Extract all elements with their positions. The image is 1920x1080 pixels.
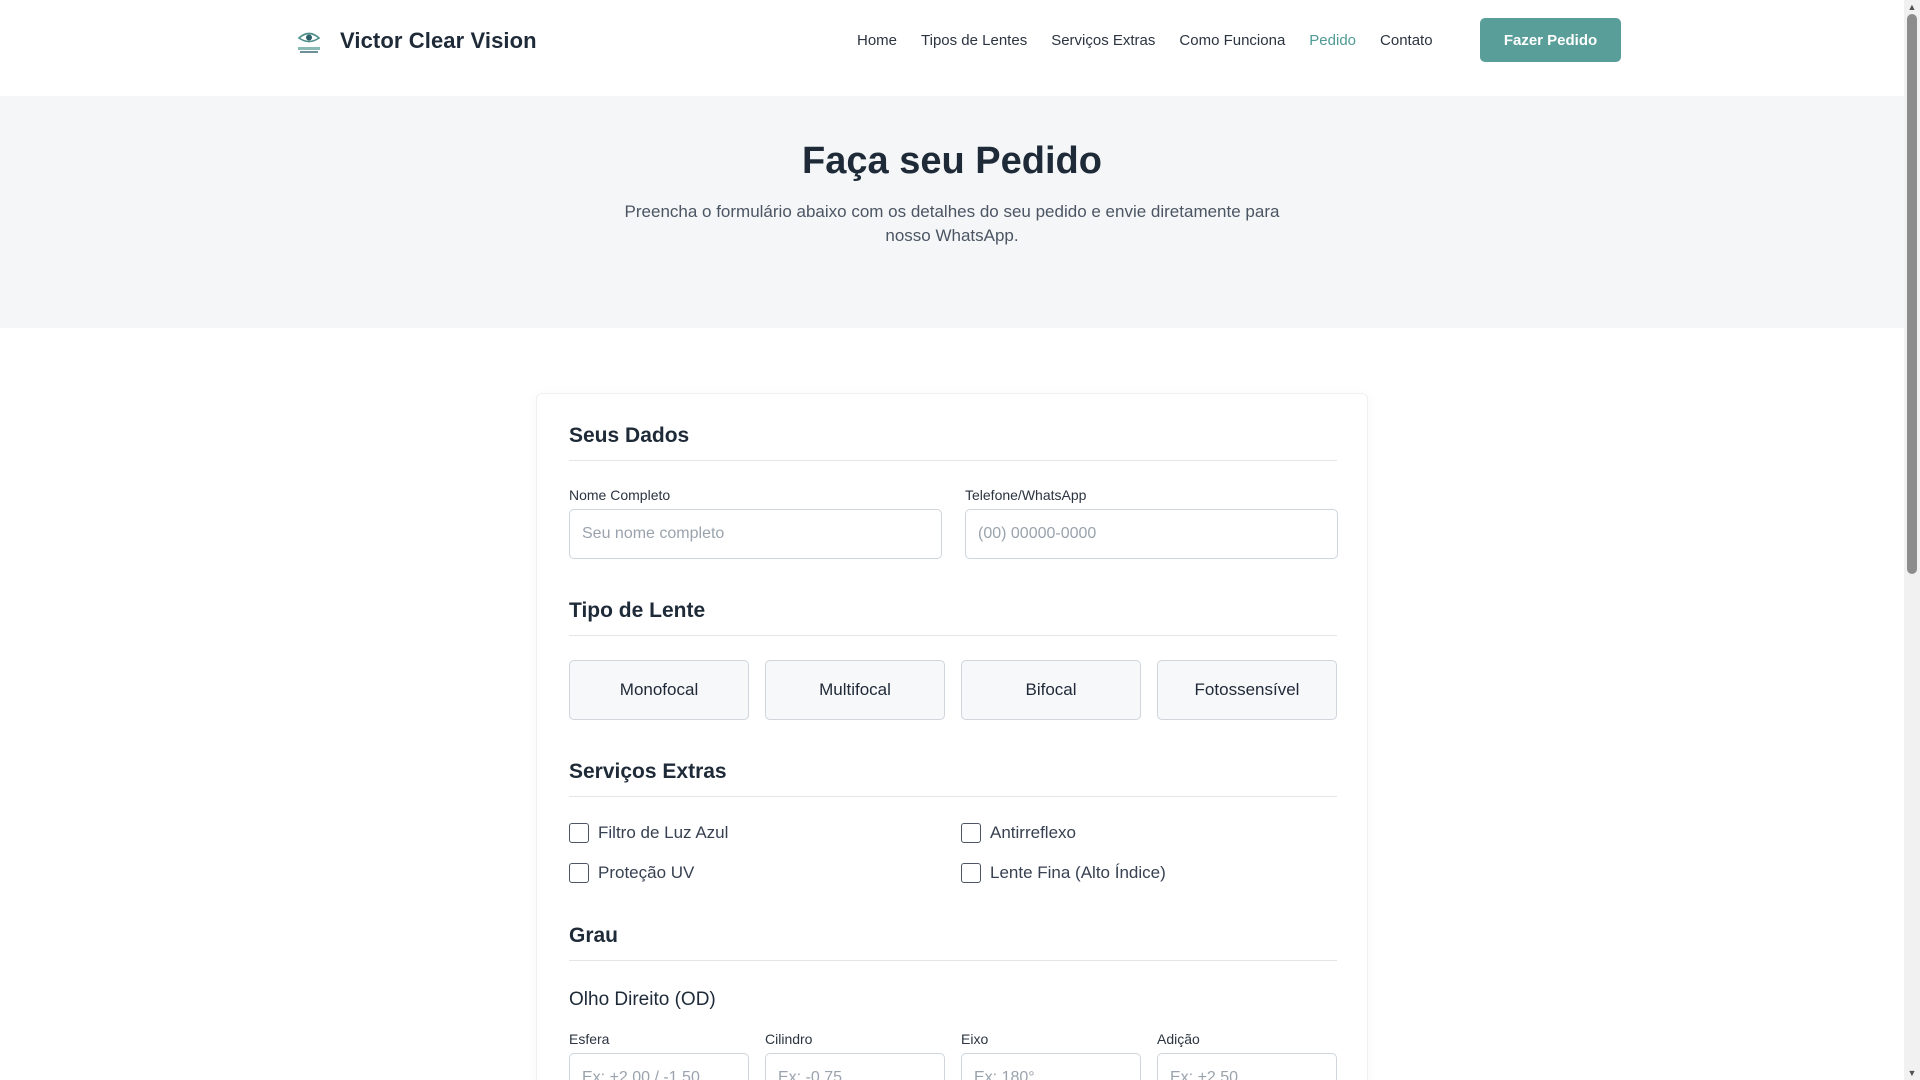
extra-lente-fina[interactable]: Lente Fina (Alto Índice) <box>961 863 1166 883</box>
section-title-tipo-de-lente: Tipo de Lente <box>569 599 1337 636</box>
checkbox-label: Proteção UV <box>598 863 695 882</box>
lens-option-fotossensivel[interactable]: Fotossensível <box>1157 660 1337 720</box>
adicao-label: Adição <box>1157 1031 1200 1047</box>
od-cilindro-input[interactable] <box>765 1053 945 1080</box>
eixo-label: Eixo <box>961 1031 989 1047</box>
checkbox[interactable] <box>961 823 981 843</box>
checkbox-label: Filtro de Luz Azul <box>598 823 729 842</box>
order-form: Seus Dados Nome Completo Telefone/WhatsA… <box>536 393 1368 1080</box>
nav-item-tipos-de-lentes[interactable]: Tipos de Lentes <box>921 32 1027 49</box>
phone-label: Telefone/WhatsApp <box>965 487 1087 503</box>
extra-filtro-luz-azul[interactable]: Filtro de Luz Azul <box>569 823 728 843</box>
cilindro-label: Cilindro <box>765 1031 813 1047</box>
brand-name: Victor Clear Vision <box>340 28 537 53</box>
eye-logo-icon <box>294 26 324 56</box>
hero-section: Faça seu Pedido Preencha o formulário ab… <box>0 96 1904 328</box>
lens-option-bifocal[interactable]: Bifocal <box>961 660 1141 720</box>
checkbox-label: Lente Fina (Alto Índice) <box>990 863 1166 882</box>
nav-item-pedido[interactable]: Pedido <box>1309 32 1356 49</box>
extra-protecao-uv[interactable]: Proteção UV <box>569 863 694 883</box>
name-input[interactable] <box>569 509 942 559</box>
checkbox[interactable] <box>961 863 981 883</box>
section-title-servicos-extras: Serviços Extras <box>569 760 1337 797</box>
fazer-pedido-button[interactable]: Fazer Pedido <box>1480 18 1621 62</box>
section-title-grau: Grau <box>569 924 1337 961</box>
page-subtitle: Preencha o formulário abaixo com os deta… <box>624 202 1280 245</box>
esfera-label: Esfera <box>569 1031 610 1047</box>
nav-item-servicos-extras[interactable]: Serviços Extras <box>1051 32 1155 49</box>
checkbox[interactable] <box>569 863 589 883</box>
nav-item-contato[interactable]: Contato <box>1380 32 1433 49</box>
right-eye-title: Olho Direito (OD) <box>569 989 716 1010</box>
brand[interactable]: Victor Clear Vision <box>294 26 537 56</box>
page-title: Faça seu Pedido <box>802 140 1102 182</box>
scroll-down-arrow-icon[interactable]: ▼ <box>1907 1068 1917 1078</box>
lens-option-multifocal[interactable]: Multifocal <box>765 660 945 720</box>
main-nav: Home Tipos de Lentes Serviços Extras Com… <box>857 0 1457 80</box>
scroll-up-arrow-icon[interactable]: ▲ <box>1907 2 1917 12</box>
phone-input[interactable] <box>965 509 1338 559</box>
nav-item-home[interactable]: Home <box>857 32 897 49</box>
od-adicao-input[interactable] <box>1157 1053 1337 1080</box>
nav-item-como-funciona[interactable]: Como Funciona <box>1179 32 1285 49</box>
lens-option-monofocal[interactable]: Monofocal <box>569 660 749 720</box>
checkbox-label: Antirreflexo <box>990 823 1076 842</box>
checkbox[interactable] <box>569 823 589 843</box>
section-title-seus-dados: Seus Dados <box>569 424 1337 461</box>
extra-antirreflexo[interactable]: Antirreflexo <box>961 823 1076 843</box>
scrollbar-thumb[interactable] <box>1907 14 1917 574</box>
site-header: Victor Clear Vision Home Tipos de Lentes… <box>0 0 1904 96</box>
od-eixo-input[interactable] <box>961 1053 1141 1080</box>
od-esfera-input[interactable] <box>569 1053 749 1080</box>
name-label: Nome Completo <box>569 487 671 503</box>
